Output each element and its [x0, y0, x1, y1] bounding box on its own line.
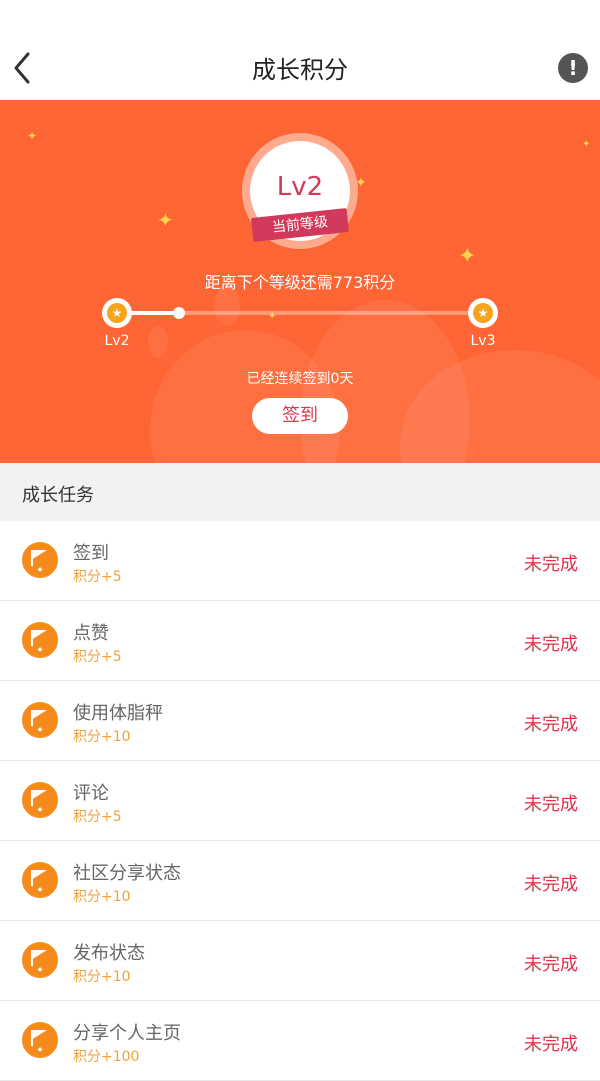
task-row[interactable]: ◆ 发布状态 积分+10 未完成	[0, 921, 600, 1001]
task-status: 未完成	[524, 954, 578, 975]
task-row[interactable]: ◆ 评论 积分+5 未完成	[0, 761, 600, 841]
level-banner: ✦ ✦ ✦ ✦ ✦ ✦ Lv2 当前等级 距离下个等级还需773积分 ★ ★ L…	[0, 100, 600, 463]
info-icon[interactable]: !	[558, 53, 588, 83]
section-title: 成长任务	[22, 485, 94, 506]
task-flag-icon: ◆	[22, 622, 58, 658]
task-status: 未完成	[524, 714, 578, 735]
task-points: 积分+5	[73, 649, 122, 665]
task-points: 积分+5	[73, 809, 122, 825]
nav-bar: 成长积分 !	[0, 0, 600, 100]
sparkle-icon: ✦	[458, 244, 477, 269]
sparkle-icon: ✦	[582, 139, 591, 150]
task-points: 积分+10	[73, 889, 131, 905]
task-name: 点赞	[73, 623, 109, 644]
task-status: 未完成	[524, 634, 578, 655]
decorative-tree	[148, 326, 168, 358]
task-flag-icon: ◆	[22, 862, 58, 898]
task-name: 分享个人主页	[73, 1023, 181, 1044]
task-points: 积分+100	[73, 1049, 140, 1065]
checkin-button[interactable]: 签到	[252, 398, 348, 434]
task-row[interactable]: ◆ 社区分享状态 积分+10 未完成	[0, 841, 600, 921]
end-level-label: Lv3	[470, 333, 496, 349]
page-title: 成长积分	[252, 56, 348, 84]
task-points: 积分+10	[73, 729, 131, 745]
task-name: 使用体脂秤	[73, 703, 163, 724]
task-name: 签到	[73, 543, 109, 564]
checkin-streak-text: 已经连续签到0天	[246, 371, 354, 387]
task-flag-icon: ◆	[22, 782, 58, 818]
task-flag-icon: ◆	[22, 542, 58, 578]
remaining-points-text: 距离下个等级还需773积分	[204, 273, 396, 292]
task-status: 未完成	[524, 554, 578, 575]
task-flag-icon: ◆	[22, 942, 58, 978]
task-name: 评论	[73, 783, 109, 804]
task-row[interactable]: ◆ 签到 积分+5 未完成	[0, 521, 600, 601]
task-name: 社区分享状态	[73, 863, 181, 884]
task-status: 未完成	[524, 874, 578, 895]
medal-icon: ★	[102, 298, 132, 328]
task-row[interactable]: ◆ 点赞 积分+5 未完成	[0, 601, 600, 681]
sparkle-icon: ✦	[27, 129, 38, 143]
current-level: Lv2	[276, 172, 324, 202]
task-list: ◆ 签到 积分+5 未完成 ◆ 点赞 积分+5 未完成 ◆ 使用体脂秤 积分+1…	[0, 521, 600, 1081]
task-status: 未完成	[524, 794, 578, 815]
sparkle-icon: ✦	[157, 208, 174, 232]
medal-icon: ★	[468, 298, 498, 328]
task-flag-icon: ◆	[22, 1022, 58, 1058]
start-level-label: Lv2	[104, 333, 130, 349]
task-name: 发布状态	[73, 943, 145, 964]
task-points: 积分+5	[73, 569, 122, 585]
task-points: 积分+10	[73, 969, 131, 985]
task-row[interactable]: ◆ 分享个人主页 积分+100 未完成	[0, 1001, 600, 1081]
decorative-hill	[150, 330, 340, 463]
task-row[interactable]: ◆ 使用体脂秤 积分+10 未完成	[0, 681, 600, 761]
level-progress-knob	[173, 307, 185, 319]
task-status: 未完成	[524, 1034, 578, 1055]
section-header: 成长任务	[0, 463, 600, 521]
task-flag-icon: ◆	[22, 702, 58, 738]
